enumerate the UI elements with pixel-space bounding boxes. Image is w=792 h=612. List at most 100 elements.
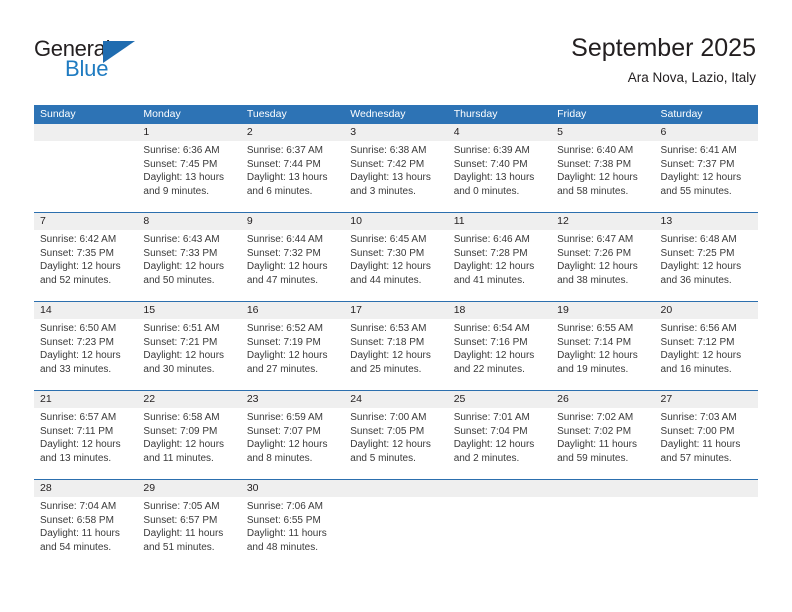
day-detail-line: Sunrise: 6:37 AM xyxy=(246,145,323,156)
day-detail-line: and 3 minutes. xyxy=(350,185,416,197)
day-detail-line: and 36 minutes. xyxy=(660,274,732,286)
day-detail-line: and 0 minutes. xyxy=(453,185,520,197)
day-cell: Sunrise: 6:47 AM Sunset: 7:26 PM Daylight:… xyxy=(551,230,654,301)
day-cell: Sunrise: 6:46 AM Sunset: 7:28 PM Daylight:… xyxy=(448,230,551,301)
calendar-week-row: 28 29 30 Sunrise: 7:04 AM Sunset: 6:58 PM Day… xyxy=(34,479,758,568)
day-number: 29 xyxy=(143,482,156,494)
day-cell xyxy=(448,497,551,568)
day-cell: Sunrise: 6:50 AM Sunset: 7:23 PM Daylight:… xyxy=(34,319,137,390)
day-detail-line: and 38 minutes. xyxy=(557,274,629,286)
day-detail-line: Sunset: 7:33 PM xyxy=(143,247,218,259)
day-detail-line: Daylight: 12 hours xyxy=(350,350,431,361)
week-daynum-strip: 1 2 3 4 5 6 xyxy=(34,124,758,141)
day-detail-line: Sunset: 7:00 PM xyxy=(660,425,735,437)
day-detail-line: and 13 minutes. xyxy=(40,452,112,464)
weekday-header-monday: Monday xyxy=(143,108,181,120)
day-detail-line: and 51 minutes. xyxy=(143,541,215,553)
day-detail-line: Daylight: 12 hours xyxy=(557,172,638,183)
day-detail-line: Sunrise: 6:51 AM xyxy=(143,323,220,334)
day-detail-line: Sunset: 7:12 PM xyxy=(660,336,735,348)
day-detail-line: Sunrise: 6:57 AM xyxy=(40,412,117,423)
day-detail-line: and 30 minutes. xyxy=(143,363,215,375)
day-detail-line: Sunset: 7:26 PM xyxy=(557,247,632,259)
day-detail-line: Daylight: 12 hours xyxy=(660,261,742,272)
day-detail-line: Daylight: 12 hours xyxy=(40,439,121,450)
day-number: 23 xyxy=(246,393,259,405)
day-detail-line: Daylight: 11 hours xyxy=(557,439,637,450)
day-number: 12 xyxy=(557,215,569,227)
day-detail-line: Sunset: 7:42 PM xyxy=(350,158,425,170)
day-detail-line: Sunrise: 6:55 AM xyxy=(557,323,634,334)
day-number: 15 xyxy=(143,304,156,316)
day-detail-line: Sunrise: 6:45 AM xyxy=(350,234,427,245)
day-detail-line: Sunset: 7:11 PM xyxy=(40,425,114,437)
day-cell: Sunrise: 6:45 AM Sunset: 7:30 PM Daylight:… xyxy=(344,230,447,301)
page-title: September 2025 xyxy=(571,34,756,62)
weekday-header-row: Sunday Monday Tuesday Wednesday Thursday Frid… xyxy=(34,105,758,124)
generalblue-logo: General Blue xyxy=(34,38,164,84)
calendar-week-row: 7 8 9 10 11 12 13 Sunrise: 6:42 AM Sunset: 7:35 … xyxy=(34,212,758,301)
week-daynum-strip: 14 15 16 17 18 19 20 xyxy=(34,302,758,319)
day-detail-line: Sunrise: 6:50 AM xyxy=(40,323,117,334)
day-number: 17 xyxy=(350,304,362,316)
day-detail-line: Sunset: 7:04 PM xyxy=(453,425,528,437)
day-number: 1 xyxy=(143,126,150,138)
day-number: 24 xyxy=(350,393,362,405)
day-detail-line: Sunrise: 7:05 AM xyxy=(143,501,220,512)
day-detail-line: Sunset: 6:57 PM xyxy=(143,514,218,526)
day-detail-line: Sunset: 7:18 PM xyxy=(350,336,425,348)
day-number: 22 xyxy=(143,393,156,405)
day-number: 8 xyxy=(143,215,150,227)
day-detail-line: Sunrise: 6:44 AM xyxy=(246,234,323,245)
week-body-row: Sunrise: 6:50 AM Sunset: 7:23 PM Daylight:… xyxy=(34,319,758,390)
day-cell xyxy=(34,141,137,212)
day-detail-line: Daylight: 12 hours xyxy=(350,439,431,450)
day-detail-line: Sunrise: 6:36 AM xyxy=(143,145,220,156)
day-detail-line: and 50 minutes. xyxy=(143,274,215,286)
day-detail-line: Sunrise: 6:48 AM xyxy=(660,234,737,245)
day-number: 9 xyxy=(246,215,253,227)
day-detail-line: Sunset: 7:14 PM xyxy=(557,336,632,348)
day-cell: Sunrise: 6:56 AM Sunset: 7:12 PM Daylight:… xyxy=(655,319,758,390)
day-detail-line: Sunset: 7:21 PM xyxy=(143,336,218,348)
day-detail-line: and 11 minutes. xyxy=(143,452,214,464)
day-detail-line: Sunrise: 6:53 AM xyxy=(350,323,427,334)
day-detail-line: Sunset: 7:09 PM xyxy=(143,425,218,437)
day-detail-line: and 25 minutes. xyxy=(350,363,422,375)
day-number xyxy=(344,480,447,497)
day-detail-line: Sunrise: 6:54 AM xyxy=(453,323,530,334)
day-number xyxy=(448,480,551,497)
day-detail-line: Sunrise: 7:03 AM xyxy=(660,412,737,423)
day-cell: Sunrise: 7:01 AM Sunset: 7:04 PM Daylight:… xyxy=(448,408,551,479)
day-detail-line: Sunset: 7:35 PM xyxy=(40,247,114,259)
day-detail-line: Sunrise: 6:38 AM xyxy=(350,145,427,156)
day-detail-line: Sunrise: 6:56 AM xyxy=(660,323,737,334)
weekday-header-tuesday: Tuesday xyxy=(246,108,287,120)
day-detail-line: Sunrise: 7:00 AM xyxy=(350,412,427,423)
day-detail-line: Sunset: 6:55 PM xyxy=(246,514,321,526)
calendar-grid: Sunday Monday Tuesday Wednesday Thursday Frid… xyxy=(34,105,758,568)
day-number xyxy=(655,480,758,497)
day-detail-line: Sunset: 7:37 PM xyxy=(660,158,735,170)
day-detail-line: and 5 minutes. xyxy=(350,452,416,464)
calendar-page: General Blue September 2025 Ara Nova, La… xyxy=(0,0,792,612)
day-detail-line: Sunset: 7:28 PM xyxy=(453,247,528,259)
day-detail-line: and 27 minutes. xyxy=(246,363,319,375)
day-cell: Sunrise: 6:36 AM Sunset: 7:45 PM Daylight:… xyxy=(137,141,240,212)
day-cell: Sunrise: 6:37 AM Sunset: 7:44 PM Daylight:… xyxy=(241,141,344,212)
weekday-header-sunday: Sunday xyxy=(40,108,76,120)
week-body-row: Sunrise: 6:42 AM Sunset: 7:35 PM Daylight:… xyxy=(34,230,758,301)
day-detail-line: Sunset: 7:45 PM xyxy=(143,158,218,170)
day-cell: Sunrise: 7:02 AM Sunset: 7:02 PM Daylight:… xyxy=(551,408,654,479)
day-number: 21 xyxy=(40,393,52,405)
day-detail-line: Daylight: 13 hours xyxy=(350,172,431,183)
day-detail-line: Daylight: 12 hours xyxy=(143,439,225,450)
day-cell: Sunrise: 6:41 AM Sunset: 7:37 PM Daylight:… xyxy=(655,141,758,212)
day-detail-line: and 52 minutes. xyxy=(40,274,112,286)
day-number: 30 xyxy=(246,482,259,494)
day-detail-line: and 33 minutes. xyxy=(40,363,112,375)
day-detail-line: and 2 minutes. xyxy=(453,452,520,464)
day-cell: Sunrise: 6:42 AM Sunset: 7:35 PM Daylight:… xyxy=(34,230,137,301)
day-detail-line: and 57 minutes. xyxy=(660,452,732,464)
day-detail-line: and 47 minutes. xyxy=(246,274,319,286)
